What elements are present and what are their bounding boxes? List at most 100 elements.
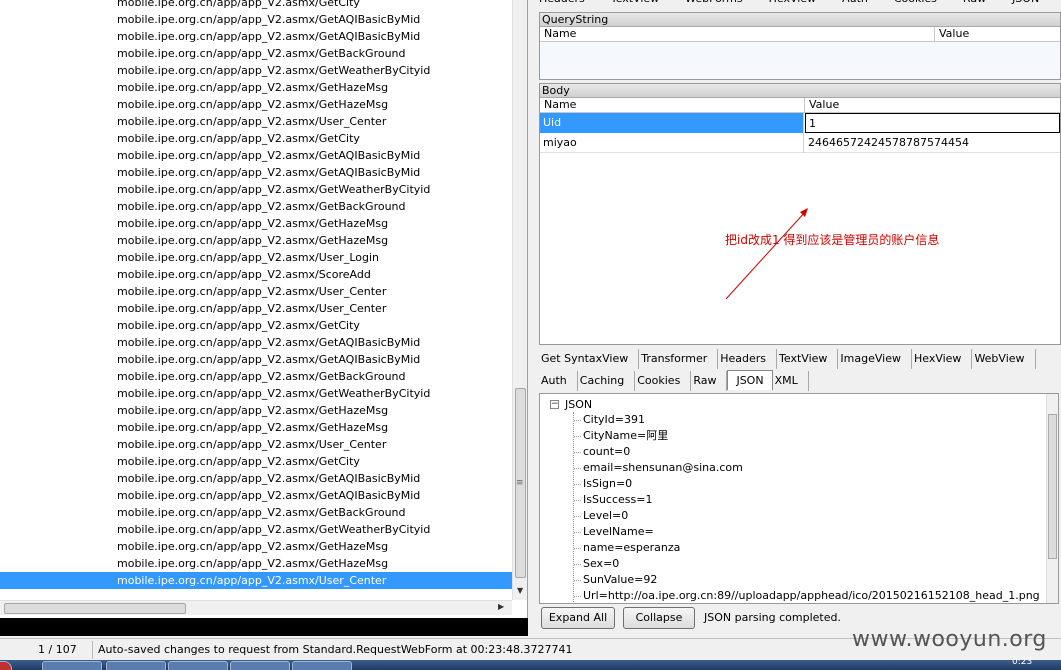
json-tree-node[interactable]: email=shensunan@sina.com	[574, 460, 743, 476]
tab-caching[interactable]: Caching	[578, 371, 636, 391]
tab-webview[interactable]: WebView	[972, 349, 1036, 369]
session-row[interactable]: mobile.ipe.org.cn/app/app_V2.asmx/User_C…	[0, 300, 512, 317]
session-row[interactable]: mobile.ipe.org.cn/app/app_V2.asmx/User_C…	[0, 113, 512, 130]
json-tree-scrollbar[interactable]	[1046, 394, 1058, 603]
tab-hexview[interactable]: HexView	[912, 349, 973, 369]
body-row[interactable]: Uid 1	[540, 113, 1060, 133]
session-row[interactable]: mobile.ipe.org.cn/app/app_V2.asmx/GetWea…	[0, 62, 512, 79]
session-row[interactable]: mobile.ipe.org.cn/app/app_V2.asmx/User_L…	[0, 249, 512, 266]
taskbar-app-button[interactable]	[168, 661, 228, 670]
session-row[interactable]: mobile.ipe.org.cn/app/app_V2.asmx/GetHaz…	[0, 402, 512, 419]
session-row[interactable]: mobile.ipe.org.cn/app/app_V2.asmx/GetHaz…	[0, 538, 512, 555]
tab-webforms[interactable]: WebForms	[685, 0, 742, 5]
horizontal-scroll-thumb[interactable]	[4, 603, 186, 614]
session-row[interactable]: mobile.ipe.org.cn/app/app_V2.asmx/GetAQI…	[0, 487, 512, 504]
tab-json[interactable]: JSON	[727, 370, 773, 390]
session-row[interactable]: mobile.ipe.org.cn/app/app_V2.asmx/GetCit…	[0, 453, 512, 470]
json-tree-node[interactable]: Level=0	[573, 508, 628, 524]
session-list[interactable]: mobile.ipe.org.cn/app/app_V2.asmx/GetCit…	[0, 0, 528, 618]
session-list-horizontal-scrollbar[interactable]: ▶	[0, 600, 512, 615]
session-row[interactable]: mobile.ipe.org.cn/app/app_V2.asmx/GetBac…	[0, 198, 512, 215]
column-value-header[interactable]: Value	[935, 27, 1061, 42]
session-row[interactable]: mobile.ipe.org.cn/app/app_V2.asmx/GetCit…	[0, 130, 512, 147]
tab-hexview[interactable]: HexView	[769, 0, 816, 5]
session-row[interactable]: mobile.ipe.org.cn/app/app_V2.asmx/GetAQI…	[0, 11, 512, 28]
session-row[interactable]: mobile.ipe.org.cn/app/app_V2.asmx/GetAQI…	[0, 351, 512, 368]
taskbar-app-button[interactable]	[42, 661, 102, 670]
expand-all-button[interactable]: Expand All	[541, 607, 615, 629]
json-tree-view[interactable]: − JSON CityId=391 CityName=阿里 count=0 email…	[539, 393, 1059, 604]
tab-raw[interactable]: Raw	[963, 0, 986, 5]
session-row[interactable]: mobile.ipe.org.cn/app/app_V2.asmx/GetWea…	[0, 181, 512, 198]
tab-json[interactable]: JSON	[1012, 0, 1039, 5]
collapse-button[interactable]: Collapse	[623, 607, 695, 629]
session-row[interactable]: mobile.ipe.org.cn/app/app_V2.asmx/GetAQI…	[0, 164, 512, 181]
session-row[interactable]: mobile.ipe.org.cn/app/app_V2.asmx/User_C…	[0, 436, 512, 453]
collapse-toggle-icon[interactable]: −	[550, 400, 559, 409]
taskbar-app-button[interactable]	[292, 661, 352, 670]
body-param-name[interactable]: Uid	[540, 113, 804, 133]
session-row[interactable]: mobile.ipe.org.cn/app/app_V2.asmx/GetBac…	[0, 368, 512, 385]
tab-get-syntaxview[interactable]: Get SyntaxView	[539, 349, 640, 369]
json-tree-node[interactable]: LevelName=	[574, 524, 654, 540]
session-row[interactable]: mobile.ipe.org.cn/app/app_V2.asmx/GetCit…	[0, 0, 512, 11]
taskbar-app-button[interactable]	[230, 661, 290, 670]
json-tree-node[interactable]: CityName=阿里	[573, 428, 668, 444]
json-tree-scroll-thumb[interactable]	[1048, 414, 1057, 559]
body-param-value[interactable]: 24646572424578787574454	[805, 133, 969, 152]
tab-cookies[interactable]: Cookies	[635, 371, 692, 391]
column-value-header[interactable]: Value	[805, 98, 1061, 113]
session-host: mobile.ipe.org.cn	[117, 285, 213, 298]
body-param-value[interactable]: 1	[805, 113, 1060, 133]
session-row[interactable]: mobile.ipe.org.cn/app/app_V2.asmx/GetHaz…	[0, 96, 512, 113]
tab-headers[interactable]: Headers	[718, 349, 778, 369]
json-tree-node[interactable]: Url=http://oa.ipe.org.cn:89//uploadapp/a…	[574, 588, 1040, 603]
session-row[interactable]: mobile.ipe.org.cn/app/app_V2.asmx/GetBac…	[0, 504, 512, 521]
tab-cookies[interactable]: Cookies	[894, 0, 937, 5]
body-row[interactable]: miyao 24646572424578787574454	[540, 133, 1060, 153]
session-row[interactable]: mobile.ipe.org.cn/app/app_V2.asmx/GetHaz…	[0, 215, 512, 232]
session-row[interactable]: mobile.ipe.org.cn/app/app_V2.asmx/User_C…	[0, 572, 512, 589]
json-tree-node[interactable]: IsSign=0	[573, 476, 632, 492]
json-tree-node[interactable]: name=esperanza	[573, 540, 680, 556]
body-param-name[interactable]: miyao	[540, 133, 804, 153]
quickexec-bar[interactable]	[0, 618, 528, 636]
session-row[interactable]: mobile.ipe.org.cn/app/app_V2.asmx/GetAQI…	[0, 28, 512, 45]
body-grid: Uid 1 miyao 24646572424578787574454	[540, 113, 1060, 153]
json-tree-node[interactable]: IsSuccess=1	[573, 492, 652, 508]
column-name-header[interactable]: Name	[540, 98, 805, 113]
scroll-right-arrow-icon[interactable]: ▶	[498, 602, 504, 611]
scroll-down-arrow-icon[interactable]: ▼	[517, 586, 523, 595]
start-button[interactable]	[0, 661, 12, 670]
tab-imageview[interactable]: ImageView	[838, 349, 912, 369]
session-row[interactable]: mobile.ipe.org.cn/app/app_V2.asmx/GetWea…	[0, 385, 512, 402]
session-row[interactable]: mobile.ipe.org.cn/app/app_V2.asmx/GetHaz…	[0, 232, 512, 249]
session-row[interactable]: mobile.ipe.org.cn/app/app_V2.asmx/GetHaz…	[0, 79, 512, 96]
column-name-header[interactable]: Name	[540, 27, 935, 42]
tab-textview[interactable]: TextView	[611, 0, 659, 5]
tab-auth[interactable]: Auth	[539, 371, 578, 391]
json-tree-node[interactable]: count=0	[573, 444, 630, 460]
json-tree-node[interactable]: Sex=0	[573, 556, 619, 572]
json-tree-node[interactable]: SunValue=92	[573, 572, 657, 588]
tab-xml[interactable]: XML	[773, 371, 809, 391]
session-list-vertical-scrollbar[interactable]: ≡ ▼	[512, 0, 527, 600]
json-tree-node[interactable]: CityId=391	[574, 412, 645, 428]
taskbar-app-button[interactable]	[106, 661, 166, 670]
tab-headers[interactable]: Headers	[539, 0, 585, 5]
session-row[interactable]: mobile.ipe.org.cn/app/app_V2.asmx/GetAQI…	[0, 147, 512, 164]
session-row[interactable]: mobile.ipe.org.cn/app/app_V2.asmx/User_C…	[0, 283, 512, 300]
tab-auth[interactable]: Auth	[842, 0, 868, 5]
session-row[interactable]: mobile.ipe.org.cn/app/app_V2.asmx/ScoreA…	[0, 266, 512, 283]
tab-transformer[interactable]: Transformer	[639, 349, 719, 369]
session-row[interactable]: mobile.ipe.org.cn/app/app_V2.asmx/GetHaz…	[0, 419, 512, 436]
session-row[interactable]: mobile.ipe.org.cn/app/app_V2.asmx/GetHaz…	[0, 555, 512, 572]
tab-textview[interactable]: TextView	[777, 349, 839, 369]
json-root-node[interactable]: JSON	[565, 397, 592, 413]
session-row[interactable]: mobile.ipe.org.cn/app/app_V2.asmx/GetAQI…	[0, 334, 512, 351]
session-row[interactable]: mobile.ipe.org.cn/app/app_V2.asmx/GetWea…	[0, 521, 512, 538]
tab-raw[interactable]: Raw	[691, 371, 728, 391]
session-row[interactable]: mobile.ipe.org.cn/app/app_V2.asmx/GetBac…	[0, 45, 512, 62]
session-row[interactable]: mobile.ipe.org.cn/app/app_V2.asmx/GetCit…	[0, 317, 512, 334]
session-row[interactable]: mobile.ipe.org.cn/app/app_V2.asmx/GetAQI…	[0, 470, 512, 487]
